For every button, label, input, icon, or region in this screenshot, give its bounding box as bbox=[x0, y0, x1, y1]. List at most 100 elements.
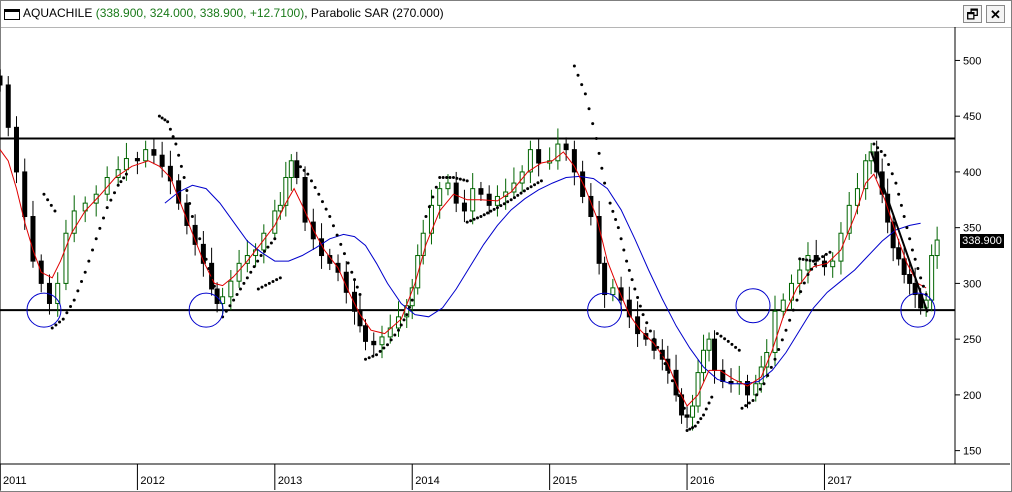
candle-body bbox=[701, 349, 707, 374]
candle-body bbox=[536, 149, 542, 164]
sar-dot bbox=[489, 209, 493, 213]
sar-dot bbox=[641, 313, 645, 317]
candle-body bbox=[379, 336, 385, 346]
sar-dot bbox=[614, 217, 618, 221]
sar-dot bbox=[667, 370, 671, 374]
sar-dot bbox=[519, 191, 523, 195]
sar-dot bbox=[194, 226, 198, 230]
sar-dot bbox=[451, 175, 455, 179]
sar-dot bbox=[72, 298, 76, 302]
sar-dot bbox=[353, 278, 357, 282]
sar-dot bbox=[113, 191, 117, 195]
candle-body bbox=[610, 287, 616, 296]
sar-dot bbox=[198, 237, 202, 241]
sar-dot bbox=[185, 189, 189, 193]
sar-dot bbox=[355, 285, 359, 289]
x-tick-label: 2016 bbox=[690, 475, 714, 487]
sar-dot bbox=[260, 285, 264, 289]
sar-dot bbox=[174, 142, 178, 146]
sar-dot bbox=[734, 345, 738, 349]
candle-body bbox=[453, 182, 459, 204]
sar-dot bbox=[685, 429, 689, 433]
sar-dot bbox=[572, 64, 576, 68]
sar-dot bbox=[699, 417, 703, 421]
chart-title: AQUACHILE (338.900, 324.000, 338.900, +1… bbox=[23, 6, 444, 20]
sar-dot bbox=[375, 353, 379, 357]
candle-body bbox=[907, 273, 913, 284]
restore-window-icon[interactable]: 🗗 bbox=[963, 5, 982, 23]
sar-dot bbox=[499, 204, 503, 208]
sar-dot bbox=[616, 226, 620, 230]
sar-dot bbox=[516, 193, 520, 197]
x-tick-label: 2013 bbox=[278, 475, 302, 487]
trend-line bbox=[870, 151, 929, 313]
price-chart: 500 450 400 350 300 250 200 150 2011 2012 2013 2014… bbox=[0, 27, 1010, 490]
candle-body bbox=[753, 383, 759, 396]
sar-dot bbox=[791, 308, 795, 312]
y-tick-label: 400 bbox=[963, 167, 981, 179]
sar-dot bbox=[306, 172, 310, 176]
candle-body bbox=[797, 269, 803, 284]
y-tick-label: 300 bbox=[963, 278, 981, 290]
sar-dot bbox=[242, 281, 246, 285]
sar-dot bbox=[627, 268, 631, 272]
sar-dot bbox=[275, 278, 279, 282]
sar-dot bbox=[458, 177, 462, 181]
candle-body bbox=[461, 202, 467, 212]
sar-dot bbox=[591, 122, 595, 126]
sar-dot bbox=[98, 226, 102, 230]
sar-dot bbox=[393, 333, 397, 337]
sar-dot bbox=[215, 293, 219, 297]
sar-dot bbox=[773, 357, 777, 361]
candle-body bbox=[209, 262, 215, 290]
y-tick-label: 350 bbox=[963, 223, 981, 235]
sar-dot bbox=[594, 136, 598, 140]
candle-body bbox=[706, 338, 712, 351]
sar-dot bbox=[201, 248, 205, 252]
sar-dot bbox=[897, 192, 901, 196]
sar-dot bbox=[726, 339, 730, 343]
sar-dot bbox=[777, 348, 781, 352]
candle-body bbox=[555, 143, 561, 162]
y-tick-label: 250 bbox=[963, 334, 981, 346]
sar-dot bbox=[622, 248, 626, 252]
sar-dot bbox=[723, 337, 727, 341]
sar-dot bbox=[462, 178, 466, 182]
sar-dot bbox=[539, 179, 543, 183]
sar-dot bbox=[802, 281, 806, 285]
sar-dot bbox=[122, 176, 126, 180]
y-tick-label: 200 bbox=[963, 390, 981, 402]
sar-dot bbox=[512, 196, 516, 200]
candle-body bbox=[712, 338, 718, 371]
sar-dot bbox=[65, 311, 69, 315]
sar-dot bbox=[427, 205, 431, 209]
sar-dot bbox=[910, 248, 914, 252]
sar-dot bbox=[608, 201, 612, 205]
sar-dot bbox=[179, 164, 183, 168]
sar-dot bbox=[645, 321, 649, 325]
sar-dot bbox=[788, 318, 792, 322]
close-icon[interactable]: ✕ bbox=[986, 5, 1005, 23]
indicator-label: Parabolic SAR (270.000) bbox=[310, 6, 444, 20]
sar-dot bbox=[879, 149, 883, 153]
candle-body bbox=[151, 149, 157, 156]
sar-dot bbox=[252, 265, 256, 269]
candle-body bbox=[363, 325, 369, 342]
sar-dot bbox=[298, 165, 302, 169]
sar-dot bbox=[116, 183, 120, 187]
sar-dot bbox=[600, 166, 604, 170]
sar-dot bbox=[50, 326, 54, 330]
sar-dot bbox=[109, 198, 113, 202]
sar-dot bbox=[238, 287, 242, 291]
sar-dot bbox=[271, 280, 275, 284]
sar-dot bbox=[264, 283, 268, 287]
sar-dot bbox=[441, 175, 445, 179]
sar-dot bbox=[269, 241, 273, 245]
sar-dot bbox=[166, 120, 170, 124]
candle-body bbox=[357, 310, 363, 327]
title-bar[interactable]: AQUACHILE (338.900, 324.000, 338.900, +1… bbox=[1, 1, 1011, 28]
sar-dot bbox=[328, 215, 332, 219]
sar-dot bbox=[245, 276, 249, 280]
sar-dot bbox=[267, 281, 271, 285]
sar-dot bbox=[61, 317, 65, 321]
